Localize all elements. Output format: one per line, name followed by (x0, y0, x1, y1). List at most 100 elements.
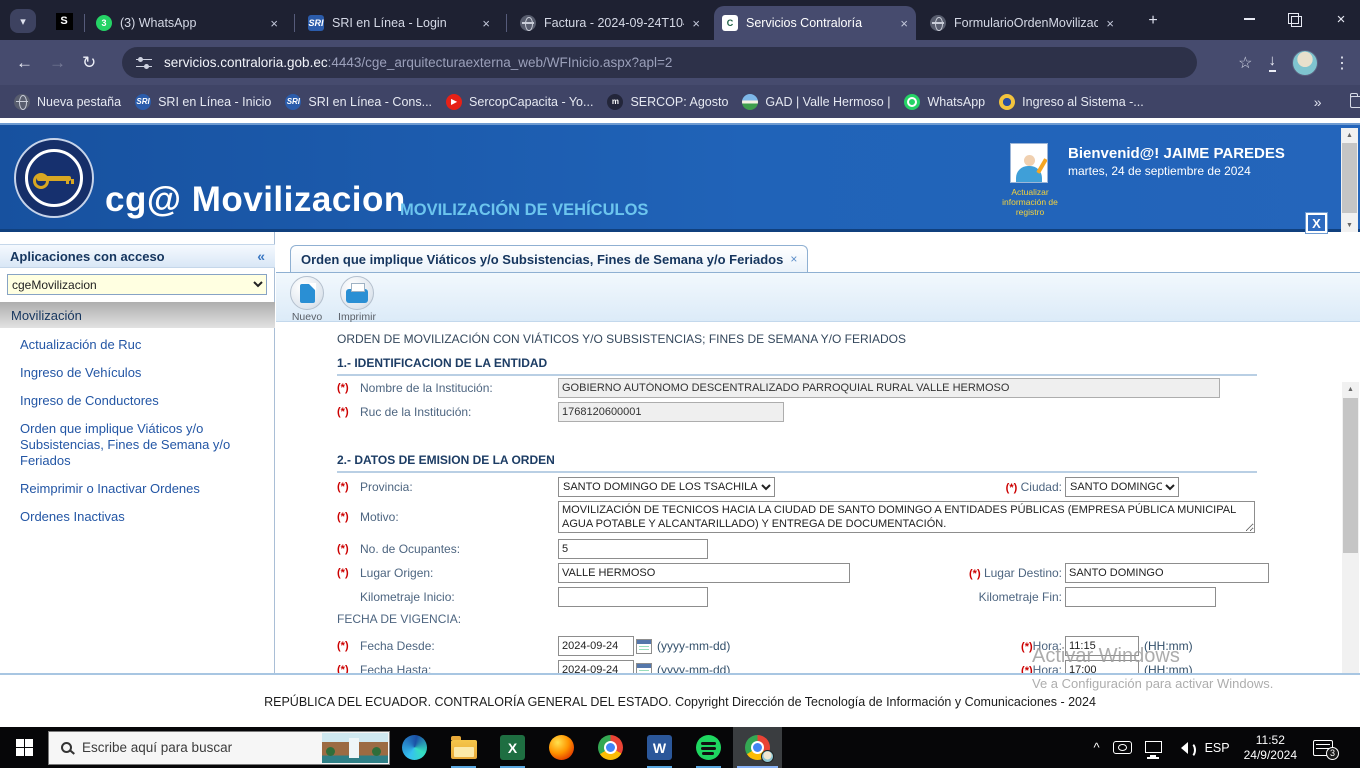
pinned-tab[interactable]: S (50, 8, 78, 34)
meet-now-icon[interactable] (1112, 741, 1132, 754)
taskbar-word[interactable]: W (635, 727, 684, 768)
bookmark-whatsapp[interactable]: WhatsApp (904, 93, 985, 110)
bookmark-ingreso-sistema[interactable]: Ingreso al Sistema -... (999, 93, 1144, 110)
taskbar-edge[interactable] (390, 727, 439, 768)
network-icon[interactable] (1144, 740, 1162, 757)
tab-formulario-orden[interactable]: FormularioOrdenMovilizac × (922, 6, 1122, 40)
ocupantes-input[interactable] (558, 539, 708, 559)
close-tab-icon[interactable]: × (270, 16, 278, 31)
lugar-origen-input[interactable] (558, 563, 850, 583)
kilometraje-fin-input[interactable] (1065, 587, 1216, 607)
kilometraje-inicio-input[interactable] (558, 587, 708, 607)
bookmark-nueva-pestana[interactable]: Nueva pestaña (14, 93, 121, 110)
address-bar[interactable]: servicios.contraloria.gob.ec :4443/cge_a… (122, 47, 1197, 78)
provincia-select[interactable]: SANTO DOMINGO DE LOS TSACHILAS (558, 477, 775, 497)
scrollbar-thumb[interactable] (1342, 143, 1357, 213)
window-restore-button[interactable] (1284, 8, 1306, 30)
browser-tab-bar: ▾ S 3 (3) WhatsApp × SRI SRI en Línea - … (0, 0, 1360, 40)
pinned-tab-favicon: S (55, 12, 73, 30)
tab-servicios-contraloria[interactable]: C Servicios Contraloría × (714, 6, 916, 40)
form-toolbar: Nuevo Imprimir (276, 272, 1360, 323)
fecha-hasta-input[interactable] (558, 660, 634, 673)
tray-expand-icon[interactable]: ^ (1093, 740, 1099, 755)
all-bookmarks-button[interactable]: Todos los marcadores (1349, 92, 1360, 109)
taskbar-chrome[interactable] (586, 727, 635, 768)
lugar-destino-input[interactable] (1065, 563, 1269, 583)
scrollbar-thumb[interactable] (1343, 398, 1358, 553)
globe-icon (14, 93, 30, 110)
field-row-lugar-origen: (*) Lugar Origen: (*) Lugar Destino: (337, 563, 1269, 583)
sidebar-item-orden-viaticos[interactable]: Orden que implique Viáticos y/o Subsiste… (0, 418, 250, 472)
calendar-icon[interactable] (636, 638, 652, 654)
document-tab[interactable]: Orden que implique Viáticos y/o Subsiste… (290, 245, 809, 272)
sidebar-item-ordenes-inactivas[interactable]: Ordenes Inactivas (0, 506, 275, 528)
tab-separator (294, 14, 295, 32)
print-button[interactable]: Imprimir (334, 276, 380, 323)
search-highlight-image[interactable] (322, 732, 388, 763)
sidebar-item-actualizacion-ruc[interactable]: Actualización de Ruc (0, 334, 275, 356)
content-scrollbar[interactable]: ▲ ▼ (1342, 382, 1359, 673)
tab-factura[interactable]: Factura - 2024-09-24T1044 × (512, 6, 708, 40)
profile-avatar[interactable] (1292, 49, 1318, 76)
scroll-up-icon[interactable]: ▲ (1341, 128, 1358, 142)
language-indicator[interactable]: ESP (1205, 741, 1230, 755)
chrome-menu-icon[interactable]: ⋮ (1334, 53, 1350, 73)
taskbar-file-explorer[interactable] (439, 727, 488, 768)
collapse-sidebar-icon[interactable]: « (257, 248, 265, 264)
close-tab-icon[interactable]: × (482, 16, 490, 31)
tab-whatsapp[interactable]: 3 (3) WhatsApp × (88, 6, 286, 40)
window-minimize-button[interactable] (1238, 8, 1260, 30)
taskbar-spotify[interactable] (684, 727, 733, 768)
user-avatar[interactable] (1010, 143, 1048, 183)
window-close-button[interactable]: × (1330, 8, 1352, 30)
header-scrollbar[interactable]: ▲ ▼ (1341, 128, 1358, 232)
bookmark-sercop-agosto[interactable]: m SERCOP: Agosto (607, 93, 728, 110)
reload-button[interactable]: ↻ (82, 53, 96, 73)
new-document-icon (299, 282, 316, 303)
sidebar-item-ingreso-conductores[interactable]: Ingreso de Conductores (0, 390, 275, 412)
close-tab-icon[interactable]: × (1106, 16, 1114, 31)
back-button[interactable]: ← (16, 53, 33, 73)
notifications-icon[interactable]: 3 (1313, 739, 1339, 760)
bookmark-gad-valle-hermoso[interactable]: GAD | Valle Hermoso | (742, 93, 890, 110)
close-tab-icon[interactable]: × (692, 16, 700, 31)
sidebar-item-ingreso-vehiculos[interactable]: Ingreso de Vehículos (0, 362, 275, 384)
sidebar-item-reimprimir-ordenes[interactable]: Reimprimir o Inactivar Ordenes (0, 478, 275, 500)
close-tab-icon[interactable]: × (900, 16, 908, 31)
downloads-icon[interactable]: ↓ (1268, 53, 1276, 72)
bookmark-sri-inicio[interactable]: SRI SRI en Línea - Inicio (135, 93, 271, 110)
windows-logo-icon (15, 739, 33, 756)
tab-search-button[interactable]: ▾ (10, 9, 36, 33)
bookmark-sri-consultas[interactable]: SRI SRI en Línea - Cons... (285, 93, 432, 110)
start-button[interactable] (0, 727, 48, 768)
fecha-desde-input[interactable] (558, 636, 634, 656)
browser-toolbar: ← → ↻ servicios.contraloria.gob.ec :4443… (0, 40, 1360, 85)
close-document-tab-icon[interactable]: × (790, 252, 797, 266)
main-panel: Orden que implique Viáticos y/o Subsiste… (276, 232, 1360, 673)
update-registration-link[interactable]: Actualizar información de registro (992, 187, 1068, 217)
activate-windows-watermark-line2: Ve a Configuración para activar Windows. (1032, 676, 1274, 691)
bookmark-star-icon[interactable]: ☆ (1238, 53, 1252, 73)
new-tab-button[interactable]: + (1142, 10, 1164, 32)
bookmark-sercopcapacita[interactable]: ▶ SercopCapacita - Yo... (446, 93, 593, 110)
scroll-down-icon[interactable]: ▼ (1341, 218, 1358, 232)
taskbar-search[interactable]: Escribe aquí para buscar (48, 730, 390, 765)
clock[interactable]: 11:52 24/9/2024 (1244, 733, 1297, 763)
ciudad-select[interactable]: SANTO DOMINGO (1065, 477, 1179, 497)
volume-icon[interactable] (1175, 741, 1196, 758)
person-icon (1016, 155, 1042, 182)
tab-sri-login[interactable]: SRI SRI en Línea - Login × (300, 6, 498, 40)
bookmarks-bar: Nueva pestaña SRI SRI en Línea - Inicio S… (0, 85, 1360, 118)
taskbar-excel[interactable]: X (488, 727, 537, 768)
taskbar-firefox[interactable] (537, 727, 586, 768)
field-row-nombre: (*) Nombre de la Institución: (337, 378, 1259, 398)
calendar-icon[interactable] (636, 662, 652, 673)
taskbar-chrome-active[interactable] (733, 727, 782, 768)
site-settings-icon[interactable] (136, 56, 152, 70)
bookmarks-overflow-icon[interactable]: » (1314, 94, 1322, 110)
close-app-button[interactable]: X (1305, 212, 1328, 234)
new-button[interactable]: Nuevo (284, 276, 330, 323)
motivo-textarea[interactable]: MOVILIZACIÓN DE TECNICOS HACIA LA CIUDAD… (558, 501, 1255, 533)
application-select[interactable]: cgeMovilizacion (7, 274, 267, 295)
scroll-up-icon[interactable]: ▲ (1342, 382, 1359, 396)
